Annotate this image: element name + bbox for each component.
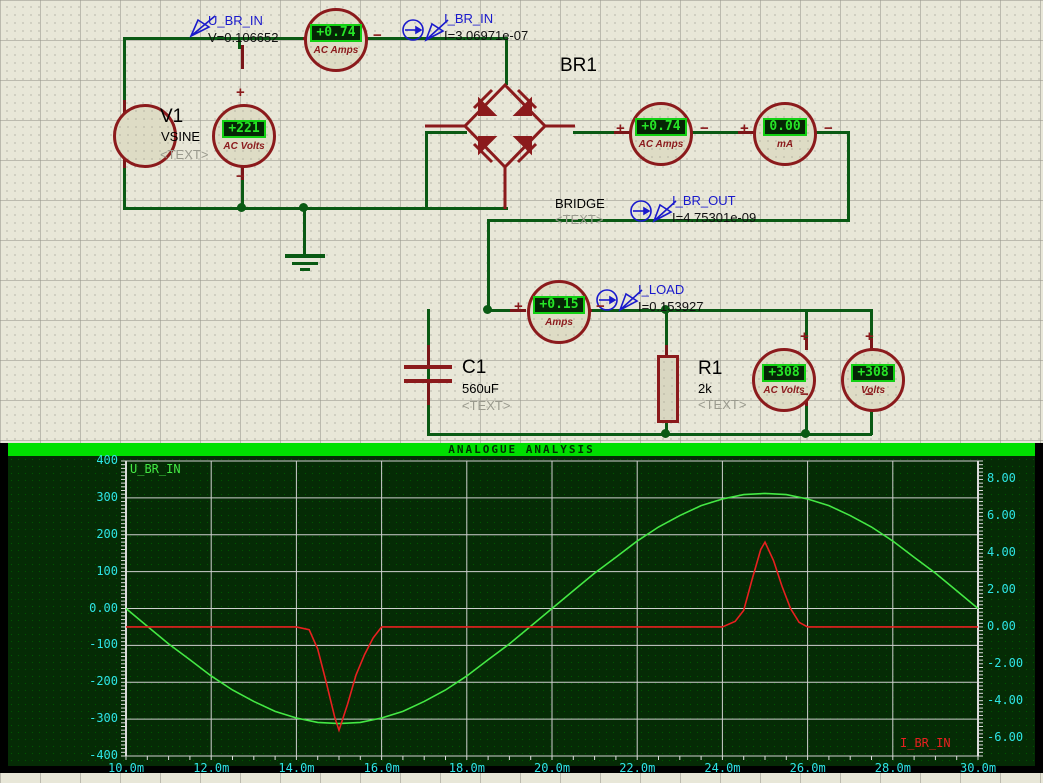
axis-tick-label: 4.00 (987, 545, 1016, 560)
probe-label-u-br-in: U_BR_IN (208, 13, 263, 28)
meter-minus-sign: − (596, 298, 605, 315)
meter-plus-sign: + (514, 298, 523, 315)
axis-tick-label: 2.00 (987, 582, 1016, 597)
axis-tick-label: -4.00 (987, 692, 1024, 707)
meter-ac-amps-bridge[interactable]: +0.74 AC Amps (629, 102, 693, 166)
axis-tick-label: 0.00 (987, 618, 1016, 633)
axis-tick-label: 6.00 (987, 508, 1016, 523)
axis-tick-label: 100 (96, 563, 118, 578)
plot-svg (121, 460, 983, 760)
axis-tick-label: 300 (96, 489, 118, 504)
refdes-v1: V1 (160, 106, 184, 127)
right-trace-label: I_BR_IN (900, 736, 951, 750)
meter-unit: Amps (545, 317, 573, 328)
axis-tick-label: -100 (89, 637, 118, 652)
meter-unit: AC Volts (223, 141, 265, 152)
resistor-r1[interactable] (657, 355, 679, 423)
meter-minus-sign: − (865, 386, 874, 403)
meter-ma[interactable]: 0.00 mA (753, 102, 817, 166)
text-r1: <TEXT> (698, 397, 747, 412)
meter-plus-sign: + (865, 328, 874, 345)
meter-unit: AC Amps (313, 45, 359, 56)
value-c1: 560uF (462, 381, 499, 396)
analogue-analysis-graph[interactable]: ANALOGUE ANALYSIS -400 -300 -200 -100 0.00 10… (0, 443, 1043, 783)
text-br1: <TEXT> (555, 212, 604, 227)
probe-value-i-br-in: I=3.06971e-07 (444, 28, 529, 43)
meter-minus-sign: − (700, 120, 709, 137)
meter-reading: 0.00 (763, 118, 807, 136)
refdes-br1: BR1 (560, 55, 597, 76)
meter-plus-sign: + (236, 84, 245, 101)
axis-tick-label: 0.00 (89, 600, 118, 615)
meter-unit: AC Volts (763, 385, 805, 396)
axis-tick-label: -300 (89, 711, 118, 726)
value-br1: BRIDGE (555, 196, 605, 211)
meter-reading: +308 (851, 364, 895, 382)
simulation-window: V1 VSINE <TEXT> BR1 BRIDGE <TEXT> C1 560… (0, 0, 1043, 783)
refdes-c1: C1 (462, 357, 487, 378)
probe-label-i-load: I_LOAD (638, 282, 685, 297)
meter-plus-sign: + (740, 120, 749, 137)
meter-reading: +0.74 (310, 24, 362, 42)
meter-unit: mA (776, 139, 794, 150)
refdes-r1: R1 (698, 358, 723, 379)
text-c1: <TEXT> (462, 398, 511, 413)
axis-tick-label: 8.00 (987, 471, 1016, 486)
meter-ac-amps-in[interactable]: +0.74 AC Amps (304, 8, 368, 72)
text-v1: <TEXT> (160, 147, 209, 162)
meter-reading: +221 (222, 120, 266, 138)
meter-minus-sign: − (373, 27, 382, 44)
left-trace-label: U_BR_IN (130, 462, 181, 476)
meter-minus-sign: − (824, 120, 833, 137)
value-r1: 2k (698, 381, 712, 396)
schematic-canvas[interactable]: V1 VSINE <TEXT> BR1 BRIDGE <TEXT> C1 560… (0, 0, 1043, 443)
probe-value-i-br-out: I=4.75301e-09 (672, 210, 757, 225)
value-v1: VSINE (161, 129, 201, 144)
meter-minus-sign: − (236, 168, 245, 185)
bottom-strip (0, 773, 1043, 783)
meter-reading: +0.15 (533, 296, 585, 314)
probe-value-u-br-in: V=0.106652 (208, 30, 279, 45)
meter-unit: AC Amps (638, 139, 684, 150)
axis-tick-label: -400 (89, 748, 118, 762)
probe-label-i-br-in: I_BR_IN (444, 11, 494, 26)
axis-tick-label: 200 (96, 526, 118, 541)
meter-amps-load[interactable]: +0.15 Amps (527, 280, 591, 344)
meter-plus-sign: + (800, 328, 809, 345)
meter-reading: +0.74 (635, 118, 687, 136)
meter-minus-sign: − (800, 386, 809, 403)
axis-tick-label: -2.00 (987, 655, 1024, 670)
axis-tick-label: -6.00 (987, 729, 1024, 744)
meter-reading: +308 (762, 364, 806, 382)
meter-ac-volts-source[interactable]: +221 AC Volts (212, 104, 276, 168)
axis-tick-label: -200 (89, 674, 118, 689)
probe-label-i-br-out: I_BR_OUT (672, 193, 736, 208)
meter-plus-sign: + (616, 120, 625, 137)
probe-value-i-load: I=0.153927 (638, 299, 704, 314)
axis-tick-label: 400 (96, 453, 118, 467)
